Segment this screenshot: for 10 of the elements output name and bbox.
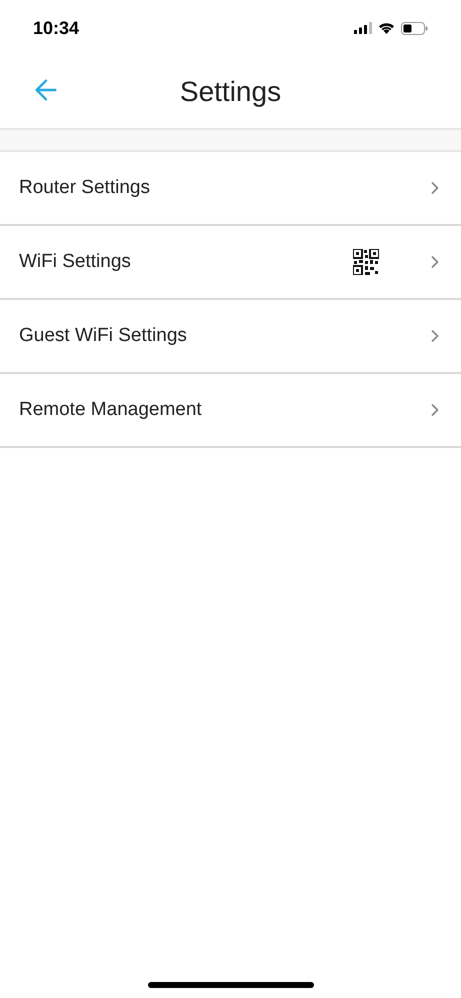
- wifi-icon: [378, 22, 395, 34]
- row-label: WiFi Settings: [19, 250, 131, 274]
- row-label: Router Settings: [19, 176, 150, 200]
- battery-icon: [401, 22, 428, 34]
- status-time: 10:34: [33, 16, 80, 40]
- row-label: Guest WiFi Settings: [19, 324, 187, 348]
- qr-code-icon[interactable]: [353, 249, 379, 275]
- signal-icon: [354, 22, 372, 34]
- page-title: Settings: [180, 75, 282, 109]
- row-label: Remote Management: [19, 398, 202, 422]
